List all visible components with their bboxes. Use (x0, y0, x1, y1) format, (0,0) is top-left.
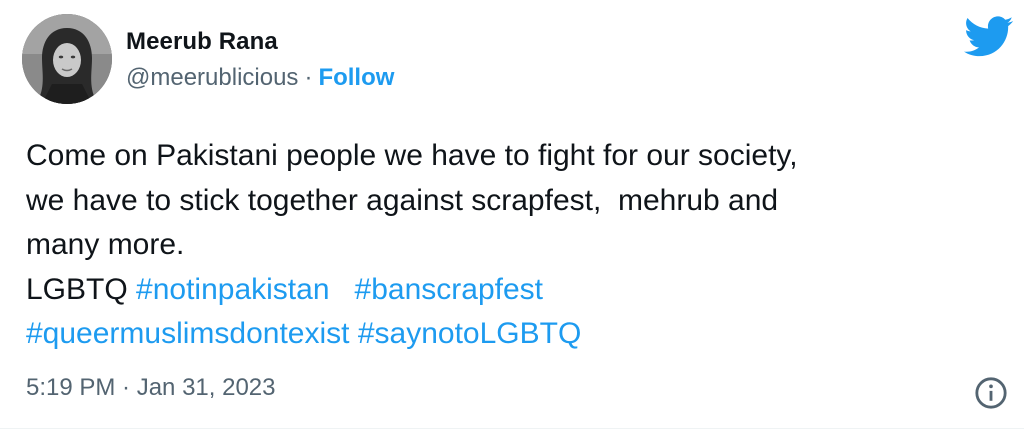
tweet-card: Meerub Rana @meerublicious · Follow Come o… (0, 0, 1024, 433)
hashtag-link[interactable]: #banscrapfest (355, 273, 543, 306)
follow-button[interactable]: Follow (318, 64, 394, 91)
hashtag-gap (330, 273, 355, 306)
divider (0, 428, 1024, 429)
hashtag-space (349, 317, 357, 350)
tweet-line-hashtags: #queermuslimsdontexist #saynotoLGBTQ (26, 312, 1006, 357)
hashtag-link[interactable]: #saynotoLGBTQ (358, 317, 581, 350)
tweet-line: Come on Pakistani people we have to figh… (26, 139, 798, 172)
info-icon[interactable] (974, 376, 1008, 410)
tweet-line: many more. (26, 228, 185, 261)
tweet-line-hashtags: LGBTQ #notinpakistan #banscrapfest (26, 268, 1006, 313)
tweet-text: Come on Pakistani people we have to figh… (26, 134, 1006, 357)
author-handle[interactable]: @meerublicious (126, 64, 298, 91)
tweet-timestamp[interactable]: 5:19 PM · Jan 31, 2023 (26, 374, 276, 402)
twitter-bird-icon[interactable] (964, 16, 1014, 58)
tweet-line: we have to stick together against scrapf… (26, 183, 779, 217)
author-handle-row: @meerublicious · Follow (126, 64, 394, 92)
tweet-word: LGBTQ (26, 272, 137, 306)
handle-separator: · (304, 64, 313, 91)
hashtag-link[interactable]: #notinpakistan (136, 273, 329, 306)
avatar[interactable] (22, 14, 112, 104)
hashtag-link[interactable]: #queermuslimsdontexist (26, 317, 349, 350)
author-display-name[interactable]: Meerub Rana (126, 28, 278, 56)
profile-photo (22, 14, 112, 104)
